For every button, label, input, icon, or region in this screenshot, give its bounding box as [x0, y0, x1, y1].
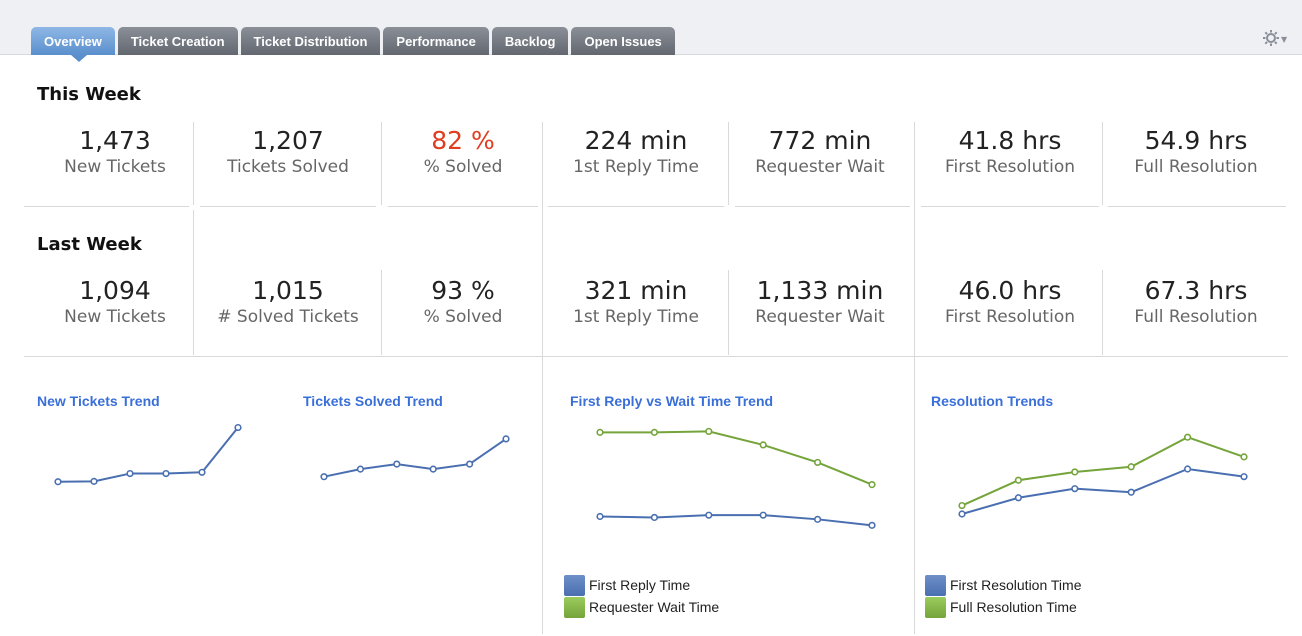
data-point [1240, 473, 1248, 481]
data-point [1014, 494, 1023, 502]
data-point [650, 428, 659, 436]
data-point [705, 511, 713, 519]
data-point [356, 465, 365, 473]
chart-legend: First Resolution Time Full Resolution Ti… [925, 574, 1081, 618]
series-line [57, 426, 239, 483]
trend-chart-1 [54, 423, 242, 486]
data-point [234, 423, 242, 432]
data-point [320, 473, 328, 481]
legend-swatch [925, 574, 946, 596]
chart-legend: First Reply Time Requester Wait Time [564, 574, 719, 618]
data-point [813, 515, 822, 523]
data-point [1127, 463, 1135, 471]
data-point [466, 460, 474, 468]
data-point [1183, 433, 1192, 441]
legend-label: First Reply Time [589, 577, 691, 593]
data-point [1127, 488, 1135, 496]
data-point [198, 468, 206, 476]
trend-chart-4 [958, 433, 1248, 518]
data-point [868, 480, 876, 489]
data-point [705, 427, 713, 436]
legend-swatch [564, 574, 585, 596]
data-point [759, 511, 767, 519]
series-line [600, 430, 873, 486]
data-point [1071, 468, 1079, 476]
data-point [429, 465, 437, 473]
data-point [162, 469, 170, 478]
data-point [596, 512, 604, 521]
legend-swatch [564, 596, 585, 618]
legend-label: Requester Wait Time [589, 599, 720, 615]
data-point [1183, 465, 1192, 473]
data-point [502, 435, 510, 443]
data-point [1071, 485, 1079, 493]
data-point [650, 513, 659, 522]
data-point [1240, 453, 1248, 461]
data-point [54, 478, 62, 486]
data-point [958, 510, 966, 518]
series-line [961, 467, 1245, 515]
data-point [1014, 476, 1023, 484]
data-point [759, 441, 767, 449]
series-line [323, 438, 507, 478]
data-point [126, 469, 134, 478]
trend-chart-3 [596, 427, 876, 529]
data-point [868, 521, 876, 529]
legend-item: First Resolution Time [925, 574, 1081, 596]
trend-charts [54, 423, 1248, 529]
legend-item: Full Resolution Time [925, 596, 1081, 618]
data-point [393, 460, 401, 468]
trend-chart-2 [320, 435, 510, 481]
legend-item: First Reply Time [564, 574, 719, 596]
data-point [958, 501, 966, 510]
series-line [599, 514, 873, 527]
legend-item: Requester Wait Time [564, 596, 719, 618]
legend-swatch [925, 596, 946, 618]
data-point [596, 428, 604, 436]
legend-label: Full Resolution Time [950, 599, 1077, 615]
data-point [813, 458, 822, 467]
legend-label: First Resolution Time [950, 577, 1082, 593]
data-point [90, 477, 98, 485]
